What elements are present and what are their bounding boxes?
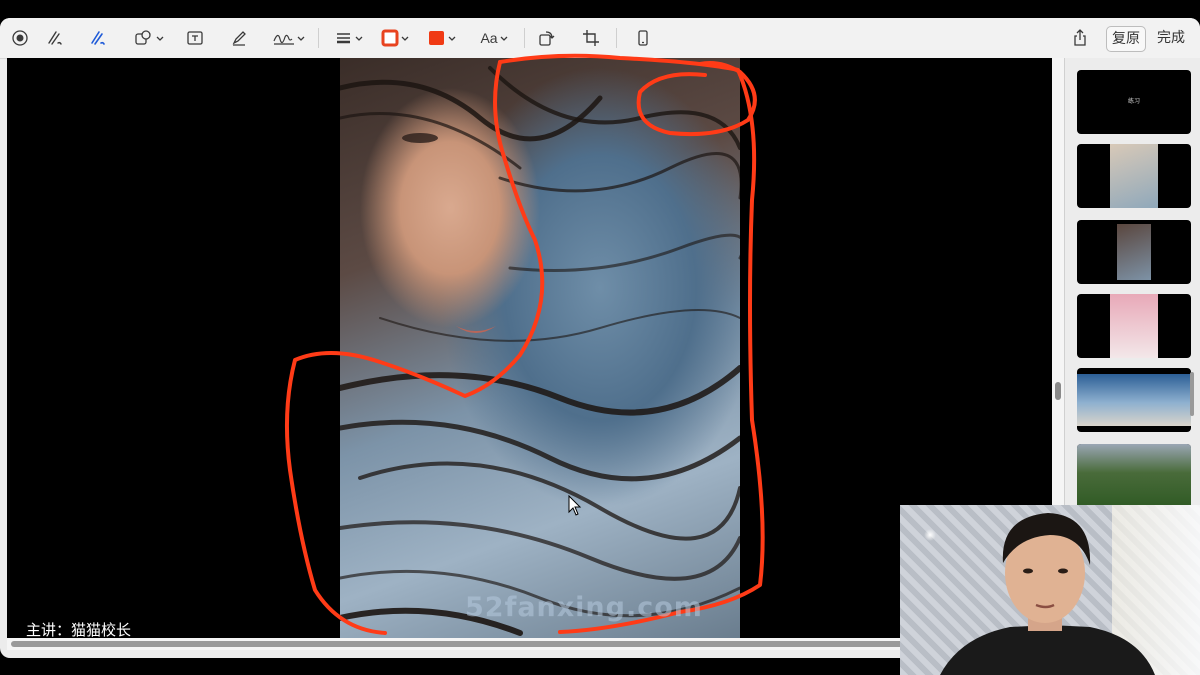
canvas-scrollbar-horizontal[interactable]	[7, 638, 1052, 650]
page-thumbnail-3[interactable]	[1077, 220, 1191, 284]
device-icon[interactable]	[633, 26, 653, 50]
page-thumbnail-1[interactable]: 练习	[1077, 70, 1191, 134]
lecturer-caption: 主讲：猫猫校长	[26, 621, 132, 639]
site-watermark: 52fanxing.com	[465, 592, 703, 623]
text-style-label: Aa	[480, 30, 498, 46]
hair-strands	[340, 66, 740, 636]
record-icon[interactable]	[10, 26, 30, 50]
fill-color-icon[interactable]	[428, 26, 460, 50]
presenter-figure	[940, 513, 1155, 675]
scrollbar-thumb[interactable]	[11, 641, 1031, 647]
done-button[interactable]: 完成	[1152, 26, 1190, 50]
border-color-icon[interactable]	[381, 26, 413, 50]
page-thumbnail-6[interactable]	[1077, 444, 1191, 508]
sign-icon[interactable]	[271, 26, 307, 50]
draw-icon[interactable]	[88, 26, 108, 50]
shapes-icon[interactable]	[133, 26, 167, 50]
crop-icon[interactable]	[581, 26, 601, 50]
revert-button[interactable]: 复原	[1106, 26, 1146, 52]
portrait-image	[340, 58, 740, 638]
share-icon[interactable]	[1070, 26, 1090, 50]
chevron-down-icon	[500, 36, 508, 41]
sidebar-scrollbar-thumb[interactable]	[1190, 372, 1194, 416]
document-canvas[interactable]	[7, 58, 1052, 638]
mouse-cursor-icon	[568, 495, 582, 516]
thumbnail-label: 练习	[1127, 98, 1140, 105]
page-thumbnail-2[interactable]	[1077, 144, 1191, 208]
page-thumbnail-4[interactable]	[1077, 294, 1191, 358]
page-thumbnail-5[interactable]	[1077, 368, 1191, 432]
toolbar-divider	[616, 28, 617, 48]
presenter-webcam-overlay	[900, 505, 1200, 675]
highlight-icon[interactable]	[229, 26, 249, 50]
markup-toolbar: Aa 复原 完成	[0, 18, 1200, 59]
text-style-button[interactable]: Aa	[478, 26, 512, 50]
scrollbar-thumb[interactable]	[1055, 382, 1061, 400]
toolbar-divider	[318, 28, 319, 48]
line-style-icon[interactable]	[335, 26, 367, 50]
rotate-icon[interactable]	[536, 26, 556, 50]
toolbar-divider	[524, 28, 525, 48]
sketch-icon[interactable]	[45, 26, 65, 50]
text-box-icon[interactable]	[185, 26, 205, 50]
